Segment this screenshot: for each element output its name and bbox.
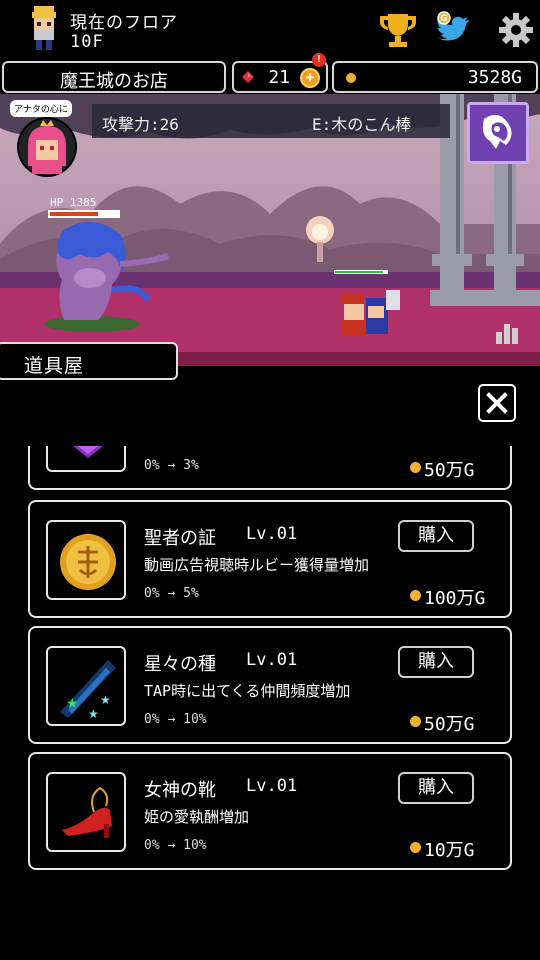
shop-item-card: 聖者の証 Lv.01 購入 動画広告視聴時ルビー獲得量増加 0% → 5% 10… [28, 500, 512, 618]
top-bar: 現在のフロア 10F G [0, 0, 540, 60]
close-button[interactable] [478, 384, 516, 422]
shop-item-card: 女神の靴 Lv.01 購入 姫の愛執酬増加 0% → 10% 10万G [28, 752, 512, 870]
purple-gem-icon [73, 446, 103, 458]
princess-avatar [17, 117, 77, 177]
item-rate: 0% → 10% [144, 838, 207, 853]
ruby-alert-badge: ! [312, 53, 326, 67]
princess-portrait[interactable]: アナタの心に [10, 100, 84, 178]
item-price: 50万G [424, 714, 475, 735]
battle-scene[interactable]: アナタの心に 攻撃力:26 E:木のこん棒 HP 1385 [0, 94, 540, 366]
item-description: 姫の愛執酬増加 [144, 808, 250, 826]
item-thumbnail [46, 446, 126, 472]
item-list[interactable]: 0% → 3% 50万G 聖者の証 Lv.01 購入 動画広告視聴時ルビー獲得量… [0, 446, 540, 960]
svg-text:★: ★ [88, 707, 99, 721]
item-description: TAP時に出てくる仲間頻度増加 [144, 682, 351, 700]
item-name: 女神の靴 [144, 780, 216, 801]
gold-counter: 3528G [332, 61, 538, 93]
item-rate: 0% → 5% [144, 586, 199, 601]
item-description: 動画広告視聴時ルビー獲得量増加 [144, 556, 370, 574]
item-thumbnail [46, 520, 126, 600]
ghost-skill-icon [482, 114, 512, 149]
buy-button[interactable]: 購入 [398, 520, 474, 552]
close-icon [486, 392, 508, 414]
enemy-hp-bar [48, 210, 120, 218]
price-coin-icon [410, 462, 421, 473]
shop-name-box[interactable]: 魔王城のお店 [2, 61, 226, 93]
tab-label: 道具屋 [24, 355, 85, 377]
gold-coin-icon [346, 73, 356, 83]
price-coin-icon [410, 842, 421, 853]
floor-value: 10F [70, 32, 104, 52]
item-thumbnail: ★ ★ ★ [46, 646, 126, 726]
speech-bubble: アナタの心に [10, 100, 72, 117]
item-level: Lv.01 [246, 776, 298, 796]
buy-button[interactable]: 購入 [398, 772, 474, 804]
equipment-info-panel: 攻撃力:26 E:木のこん棒 [92, 104, 450, 138]
skill-button[interactable] [467, 102, 529, 164]
gold-medal-icon [60, 534, 116, 590]
item-shop-tab[interactable]: 道具屋 [0, 342, 178, 380]
item-level: Lv.01 [246, 650, 298, 670]
svg-text:G: G [440, 14, 447, 24]
trophy-icon[interactable] [378, 10, 418, 50]
item-price: 10万G [424, 840, 475, 861]
twitter-bird-icon[interactable]: G [432, 10, 472, 50]
attack-power: 攻撃力:26 [102, 115, 179, 134]
add-ruby-button[interactable]: + [300, 68, 320, 88]
enemy-hp-fill [50, 212, 98, 216]
svg-text:★: ★ [66, 696, 79, 712]
ruby-counter: 21 + ! [232, 53, 328, 93]
equipped-weapon: E:木のこん棒 [312, 115, 412, 134]
item-rate: 0% → 10% [144, 712, 207, 727]
gold-amount: 3528G [467, 67, 522, 88]
floor-label: 現在のフロア [70, 13, 178, 33]
gear-icon[interactable] [496, 10, 536, 50]
item-price: 50万G [424, 460, 475, 481]
item-name: 聖者の証 [144, 528, 216, 549]
shop-name: 魔王城のお店 [60, 71, 168, 92]
ruby-count: 21 [268, 67, 290, 88]
enemy-hp-label: HP 1385 [50, 196, 97, 209]
svg-text:★: ★ [100, 693, 111, 707]
price-coin-icon [410, 716, 421, 727]
ruby-icon [242, 71, 254, 83]
item-rate: 0% → 3% [144, 458, 199, 473]
tower-icon[interactable] [494, 318, 520, 344]
star-seeds-icon: ★ ★ ★ [60, 660, 116, 721]
red-heel-shoe-icon [62, 786, 112, 838]
item-thumbnail [46, 772, 126, 852]
item-name: 星々の種 [144, 654, 216, 675]
price-coin-icon [410, 590, 421, 601]
item-price: 100万G [424, 588, 486, 609]
item-level: Lv.01 [246, 524, 298, 544]
player-avatar-icon[interactable] [28, 6, 60, 52]
shop-item-card: ★ ★ ★ 星々の種 Lv.01 購入 TAP時に出てくる仲間頻度増加 0% →… [28, 626, 512, 744]
status-bar: 魔王城のお店 21 + ! 3528G [0, 53, 540, 94]
buy-button[interactable]: 購入 [398, 646, 474, 678]
shop-item-card: 0% → 3% 50万G [28, 446, 512, 490]
